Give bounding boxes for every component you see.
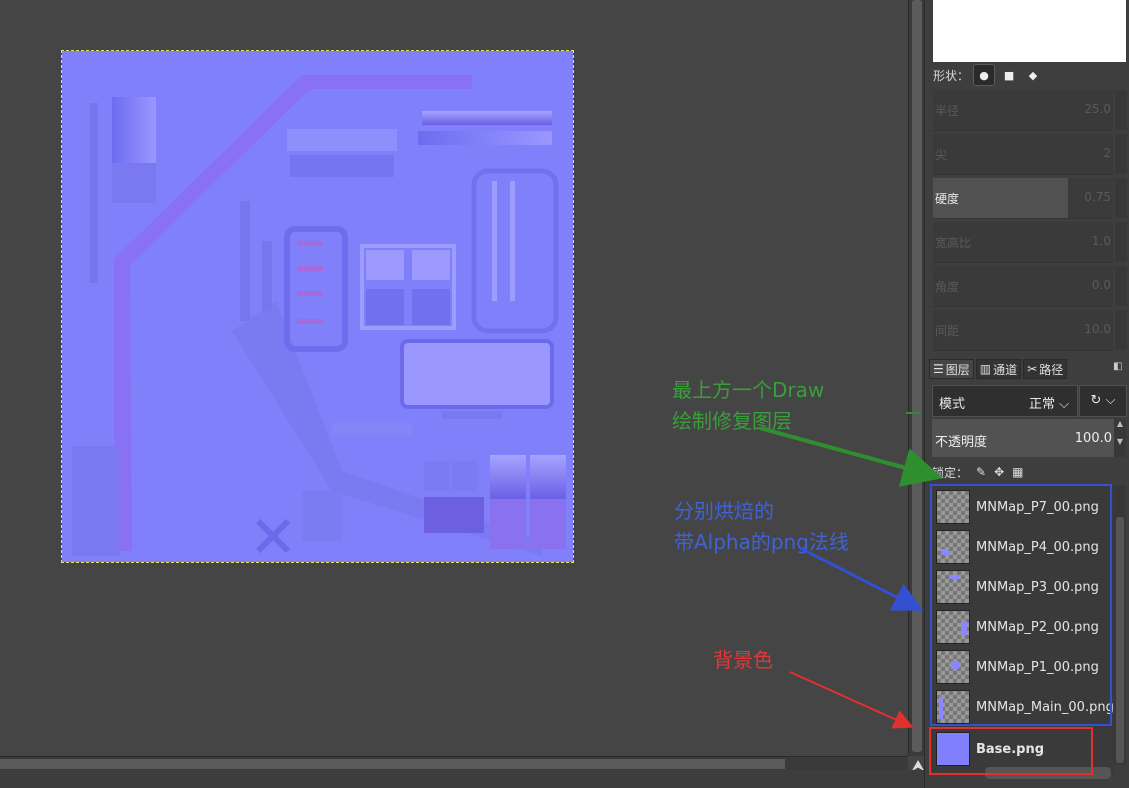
status-bar: [0, 770, 928, 788]
opacity-spinner[interactable]: ▲ ▼: [1114, 419, 1126, 457]
annotation-blue-box: [930, 484, 1112, 726]
spikes-slider[interactable]: 尖 2: [933, 134, 1127, 175]
layer-list-scrollbar[interactable]: [1114, 485, 1126, 765]
aspect-ratio-slider[interactable]: 宽高比 1.0: [933, 222, 1127, 263]
tab-menu-icon[interactable]: ◧: [1113, 361, 1125, 373]
tab-layers[interactable]: ☰ 图层: [929, 359, 974, 379]
tab-channels[interactable]: ▥ 通道: [975, 359, 1022, 379]
lock-row: 锁定： ✎ ✥ ▦: [932, 463, 1023, 481]
lock-position-icon[interactable]: ✥: [994, 465, 1004, 479]
dock-tabs: ☰ 图层 ▥ 通道 ✂ 路径: [929, 359, 1127, 379]
chevron-down-icon: ⌵: [1105, 393, 1116, 408]
tab-paths[interactable]: ✂ 路径: [1023, 359, 1068, 379]
paths-icon: ✂: [1027, 362, 1038, 376]
opacity-slider[interactable]: 不透明度 100.0: [932, 419, 1114, 457]
lock-alpha-icon[interactable]: ▦: [1012, 465, 1023, 479]
normal-map-content: [72, 75, 566, 556]
channels-icon: ▥: [979, 362, 992, 376]
layers-icon: ☰: [933, 362, 944, 376]
angle-slider[interactable]: 角度 0.0: [933, 266, 1127, 307]
composite-mode-dropdown[interactable]: ↻ ⌵: [1079, 385, 1127, 417]
shape-label: 形状：: [933, 68, 970, 83]
normal-map-image[interactable]: [61, 50, 574, 563]
spacing-slider[interactable]: 间距 10.0: [933, 310, 1127, 351]
chevron-down-icon: ⌵: [1059, 397, 1069, 412]
brush-shape-row: 形状： ● ■ ◆: [933, 64, 1043, 86]
canvas-vertical-scrollbar[interactable]: [908, 0, 925, 756]
annotation-red-note: 背景色: [713, 648, 773, 672]
brush-preview: [933, 0, 1126, 62]
hardness-slider[interactable]: 硬度 0.75: [933, 178, 1127, 219]
layer-mode-dropdown[interactable]: 模式 正常 ⌵: [932, 385, 1078, 417]
canvas-horizontal-scrollbar[interactable]: [0, 756, 908, 771]
annotation-blue-note: 分别烘焙的 带Alpha的png法线: [674, 499, 849, 554]
annotation-red-box: [929, 727, 1093, 775]
annotation-green-note: 最上方一个Draw 绘制修复图层: [672, 378, 825, 433]
radius-slider[interactable]: 半径 25.0: [933, 90, 1127, 131]
shape-circle-button[interactable]: ●: [973, 64, 996, 86]
reset-icon: ↻: [1090, 393, 1102, 408]
shape-square-button[interactable]: ■: [999, 65, 1019, 85]
shape-diamond-button[interactable]: ◆: [1023, 65, 1043, 85]
lock-pixels-icon[interactable]: ✎: [976, 465, 986, 479]
lock-label: 锁定：: [932, 465, 969, 480]
